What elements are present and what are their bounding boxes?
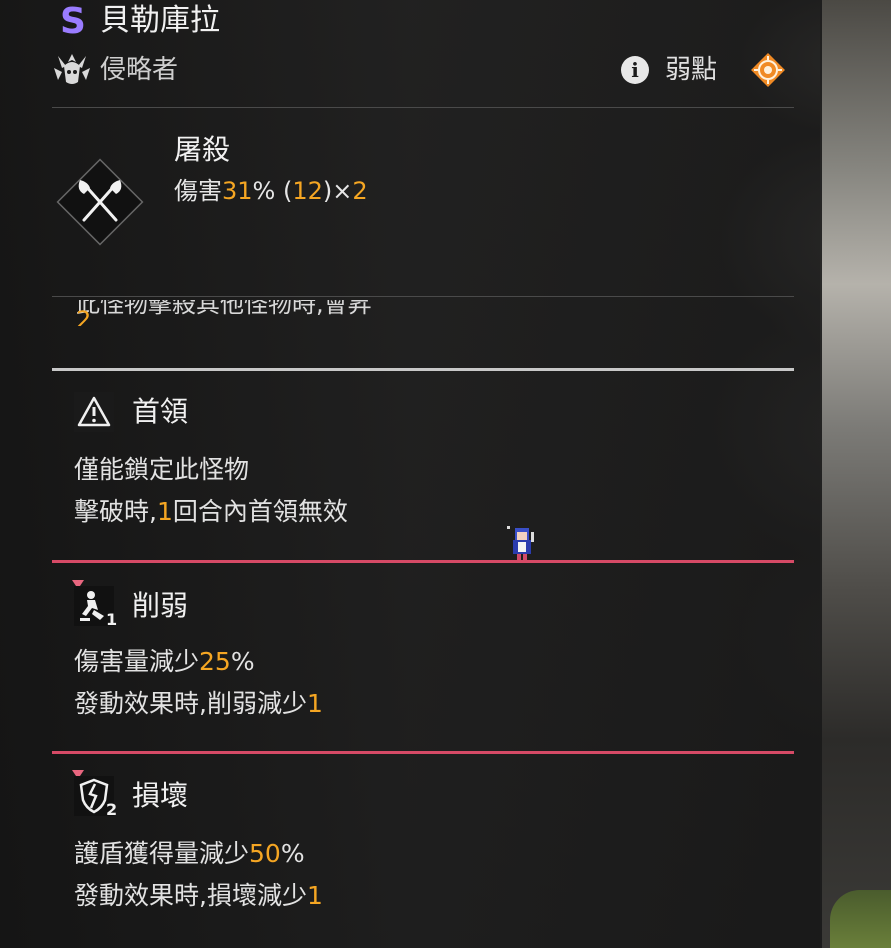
attack-section: 屠殺 傷害31% (12)×2 bbox=[52, 130, 794, 280]
battlefield-view bbox=[820, 0, 891, 948]
rank-badge: S bbox=[60, 1, 86, 42]
weakness-icon[interactable] bbox=[748, 50, 788, 90]
stack-count: 2 bbox=[106, 800, 118, 819]
trait-name: 損壞 bbox=[132, 779, 189, 812]
crossed-axes-icon bbox=[56, 158, 144, 246]
attack-divider bbox=[52, 296, 794, 297]
attack-name: 屠殺 bbox=[174, 133, 231, 166]
trait-name: 首領 bbox=[132, 395, 189, 428]
monster-type: 侵略者 bbox=[100, 55, 179, 85]
section-separator bbox=[52, 368, 794, 371]
trait-boss: 首領 僅能鎖定此怪物 擊破時,1回合內首領無效 bbox=[52, 392, 794, 542]
battlefield-foliage bbox=[830, 890, 891, 948]
character-sprite bbox=[507, 526, 534, 560]
monster-info-panel: S 貝勒庫拉 侵略者 i 弱點 屠殺 傷害31% (12)×2 此怪物擊殺其他怪… bbox=[0, 0, 822, 948]
monster-name: 貝勒庫拉 bbox=[100, 3, 220, 38]
trait-line: 擊破時,1回合內首領無效 bbox=[74, 497, 348, 526]
info-icon[interactable]: i bbox=[621, 56, 649, 84]
trait-line: 護盾獲得量減少50% bbox=[74, 839, 305, 868]
monster-header: S 貝勒庫拉 侵略者 i 弱點 bbox=[52, 0, 794, 108]
stack-count: 1 bbox=[106, 610, 118, 629]
trait-line: 發動效果時,削弱減少1 bbox=[74, 689, 323, 718]
header-divider bbox=[52, 107, 794, 108]
weakness-label[interactable]: 弱點 bbox=[665, 52, 717, 88]
debuff-separator bbox=[52, 560, 794, 563]
attack-description: 傷害31% (12)×2 bbox=[174, 177, 368, 205]
trait-line: 僅能鎖定此怪物 bbox=[74, 455, 250, 484]
trait-line: 發動效果時,損壞減少1 bbox=[74, 881, 323, 910]
debuff-separator bbox=[52, 751, 794, 754]
trait-broken: 2 損壞 護盾獲得量減少50% 發動效果時,損壞減少1 bbox=[52, 770, 794, 926]
trait-name: 削弱 bbox=[132, 589, 189, 622]
trait-line: 傷害量減少25% bbox=[74, 647, 255, 676]
invader-icon bbox=[54, 54, 90, 84]
warning-icon bbox=[74, 392, 114, 432]
trait-weaken: 1 削弱 傷害量減少25% 發動效果時,削弱減少1 bbox=[52, 580, 794, 736]
scrolled-description: 此怪物擊殺其他怪物時,會昇 2 bbox=[76, 300, 372, 326]
